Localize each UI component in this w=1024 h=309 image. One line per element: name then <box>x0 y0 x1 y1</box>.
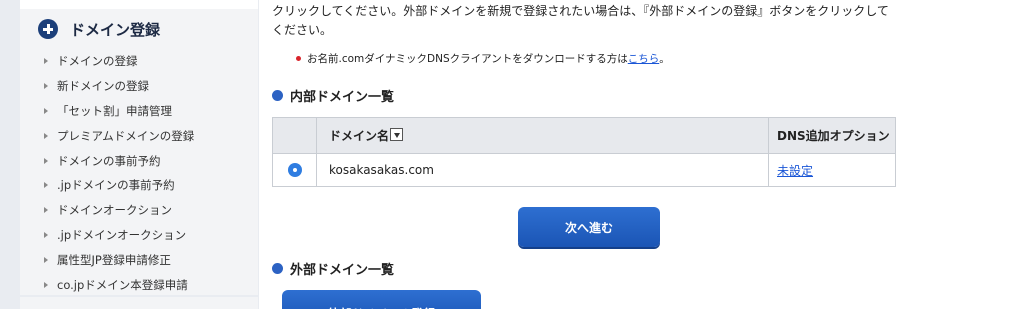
triangle-right-icon <box>44 132 48 139</box>
bullet-circle-icon <box>272 263 283 274</box>
internal-domain-title: 内部ドメイン一覧 <box>290 90 395 105</box>
domain-column-label: ドメイン名 <box>329 129 390 143</box>
dns-option-column-header: DNS追加オプション <box>768 117 896 154</box>
external-domain-register-button[interactable]: 外部ドメインの登録 <box>282 290 481 309</box>
sidebar-menu: ドメインの登録 新ドメインの登録 「セット割」申請管理 プレミアムドメインの登録… <box>44 49 194 297</box>
external-domain-title: 外部ドメイン一覧 <box>290 263 395 278</box>
sidebar-item-label: co.jpドメイン本登録申請 <box>57 277 188 292</box>
note-suffix: 。 <box>659 53 670 65</box>
sidebar-item-label: ドメインオークション <box>57 203 172 218</box>
bullet-dot-icon <box>296 56 301 61</box>
sidebar-item-jp-attribute-fix[interactable]: 属性型JP登録申請修正 <box>44 247 194 272</box>
next-button[interactable]: 次へ進む <box>518 207 660 247</box>
external-domain-heading: 外部ドメイン一覧 <box>272 259 394 278</box>
bullet-circle-icon <box>272 90 283 101</box>
sidebar-item-auction[interactable]: ドメインオークション <box>44 198 194 223</box>
radio-selected[interactable] <box>287 163 302 178</box>
sidebar-item-set-discount[interactable]: 「セット割」申請管理 <box>44 99 194 124</box>
download-link[interactable]: こちら <box>628 51 660 66</box>
sidebar-item-premium-domain[interactable]: プレミアムドメインの登録 <box>44 123 194 148</box>
sidebar: ドメイン登録 ドメインの登録 新ドメインの登録 「セット割」申請管理 プレミアム… <box>0 0 259 309</box>
internal-domain-heading: 内部ドメイン一覧 <box>272 86 394 105</box>
table-header-row: ドメイン名 DNS追加オプション <box>272 117 896 154</box>
intro-text: クリックしてください。外部ドメインを新規で登録されたい場合は、『外部ドメインの登… <box>272 4 889 37</box>
sidebar-item-label: .jpドメインの事前予約 <box>57 178 175 193</box>
domain-cell: kosakasakas.com <box>316 153 769 187</box>
triangle-right-icon <box>44 182 48 189</box>
triangle-right-icon <box>44 83 48 90</box>
sidebar-item-label: .jpドメインオークション <box>57 227 187 242</box>
table-row[interactable]: kosakasakas.com 未設定 <box>272 153 896 187</box>
sidebar-top-divider <box>20 0 258 9</box>
sidebar-item-jp-auction[interactable]: .jpドメインオークション <box>44 223 194 248</box>
dns-client-note: お名前.comダイナミックDNSクライアントをダウンロードする方は こちら。 <box>296 51 670 66</box>
note-text: お名前.comダイナミックDNSクライアントをダウンロードする方は <box>307 53 628 65</box>
internal-domain-table: ドメイン名 DNS追加オプション kosakasakas.com 未設定 <box>272 117 896 187</box>
sidebar-item-domain-register[interactable]: ドメインの登録 <box>44 49 194 74</box>
sidebar-item-new-domain[interactable]: 新ドメインの登録 <box>44 74 194 99</box>
sidebar-item-label: ドメインの事前予約 <box>57 153 161 168</box>
sidebar-item-label: 新ドメインの登録 <box>57 79 149 94</box>
sidebar-item-label: 属性型JP登録申請修正 <box>57 252 171 267</box>
dns-option-cell: 未設定 <box>768 153 896 187</box>
plus-circle-icon <box>38 19 58 39</box>
sidebar-item-cojp-register[interactable]: co.jpドメイン本登録申請 <box>44 272 194 297</box>
domain-column-header[interactable]: ドメイン名 <box>316 117 769 154</box>
select-column-header <box>272 117 317 154</box>
triangle-right-icon <box>44 231 48 238</box>
sidebar-title: ドメイン登録 <box>70 20 161 39</box>
row-select-cell[interactable] <box>272 153 317 187</box>
triangle-right-icon <box>44 281 48 288</box>
triangle-right-icon <box>44 207 48 214</box>
sidebar-item-label: プレミアムドメインの登録 <box>57 128 195 143</box>
triangle-right-icon <box>44 157 48 164</box>
sidebar-item-label: 「セット割」申請管理 <box>57 103 172 118</box>
sidebar-item-jp-pre-reservation[interactable]: .jpドメインの事前予約 <box>44 173 194 198</box>
sidebar-next-panel <box>20 297 258 309</box>
sidebar-item-label: ドメインの登録 <box>57 54 138 69</box>
dns-option-link[interactable]: 未設定 <box>777 164 813 178</box>
triangle-right-icon <box>44 58 48 65</box>
sort-down-icon[interactable] <box>390 128 404 141</box>
sidebar-header: ドメイン登録 <box>38 18 160 40</box>
triangle-right-icon <box>44 256 48 263</box>
sidebar-item-pre-reservation[interactable]: ドメインの事前予約 <box>44 148 194 173</box>
triangle-right-icon <box>44 107 48 114</box>
